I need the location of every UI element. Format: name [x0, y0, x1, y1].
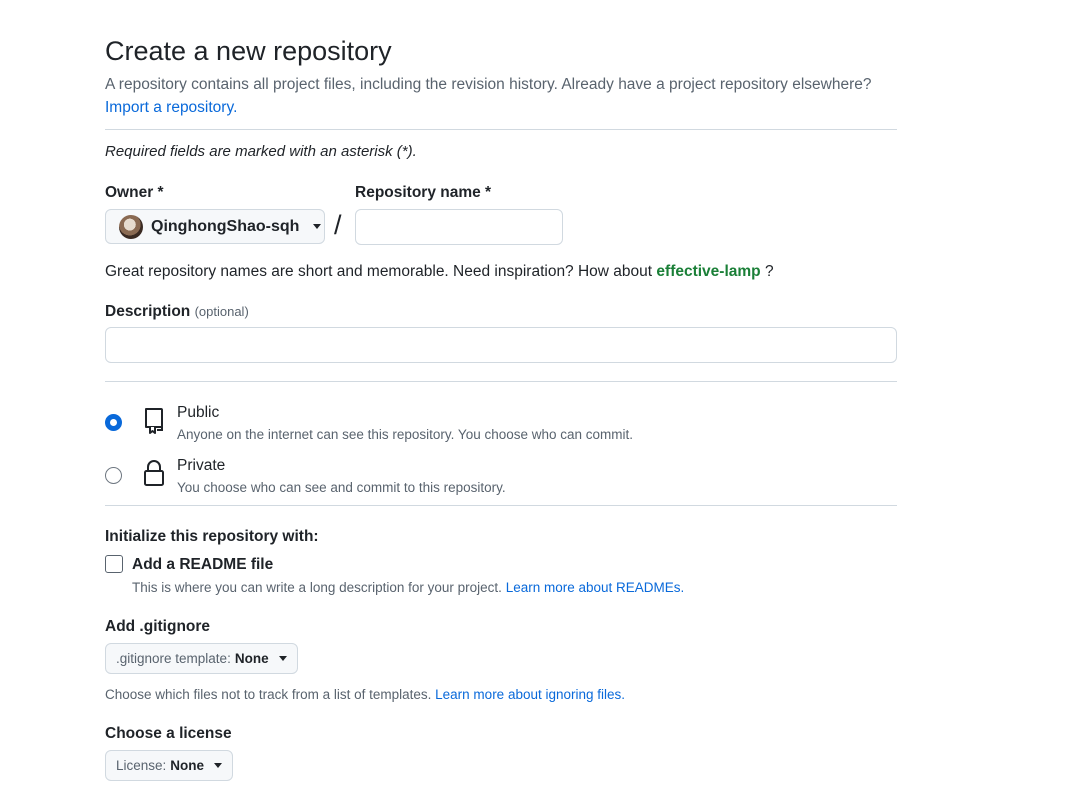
- gitignore-template-select[interactable]: .gitignore template: None: [105, 643, 298, 674]
- caret-down-icon: [313, 224, 322, 229]
- description-label-text: Description: [105, 303, 191, 320]
- public-radio[interactable]: [105, 414, 122, 431]
- name-hint-text: Great repository names are short and mem…: [105, 263, 653, 280]
- owner-label: Owner *: [105, 184, 164, 201]
- add-readme-checkbox[interactable]: [105, 555, 123, 573]
- private-description: You choose who can see and commit to thi…: [177, 480, 506, 495]
- repository-name-input[interactable]: [355, 209, 563, 245]
- name-hint-end: ?: [764, 263, 774, 280]
- name-hint: Great repository names are short and mem…: [105, 263, 774, 281]
- lock-icon: [143, 459, 165, 492]
- avatar: [119, 214, 143, 239]
- gitignore-description: Choose which files not to track from a l…: [105, 687, 625, 702]
- gitignore-select-value: None: [234, 651, 269, 666]
- add-readme-label[interactable]: Add a README file: [132, 556, 273, 574]
- gitignore-select-key: .gitignore template:: [116, 651, 231, 666]
- owner-name: QinghongShao-sqh: [151, 217, 300, 235]
- owner-repo-separator: /: [334, 210, 342, 240]
- public-description: Anyone on the internet can see this repo…: [177, 427, 634, 442]
- repository-name-label: Repository name *: [355, 184, 492, 201]
- divider: [105, 505, 897, 506]
- initialize-heading: Initialize this repository with:: [105, 528, 319, 545]
- license-select[interactable]: License: None: [105, 750, 234, 781]
- page-title: Create a new repository: [105, 36, 392, 66]
- private-radio[interactable]: [105, 467, 122, 484]
- page-subtitle: A repository contains all project files,…: [105, 76, 872, 93]
- description-label: Description (optional): [105, 303, 249, 321]
- gitignore-description-text: Choose which files not to track from a l…: [105, 687, 432, 702]
- public-label: Public: [177, 404, 220, 421]
- learn-more-ignoring-files-link[interactable]: Learn more about ignoring files.: [435, 687, 625, 702]
- required-fields-note: Required fields are marked with an aster…: [105, 143, 417, 160]
- import-repository-link[interactable]: Import a repository.: [105, 99, 237, 117]
- divider: [105, 129, 897, 130]
- license-heading: Choose a license: [105, 725, 232, 742]
- divider: [105, 381, 897, 382]
- readme-description-text: This is where you can write a long descr…: [132, 580, 502, 595]
- readme-description: This is where you can write a long descr…: [132, 580, 684, 595]
- owner-dropdown[interactable]: QinghongShao-sqh: [105, 209, 325, 244]
- license-select-value: None: [170, 758, 205, 773]
- learn-more-readmes-link[interactable]: Learn more about READMEs.: [506, 580, 685, 595]
- gitignore-heading: Add .gitignore: [105, 618, 211, 635]
- private-label: Private: [177, 457, 226, 474]
- license-select-key: License:: [116, 758, 167, 773]
- caret-down-icon: [214, 763, 223, 768]
- caret-down-icon: [278, 656, 287, 661]
- name-suggestion-button[interactable]: effective-lamp: [656, 263, 760, 280]
- repo-icon: [142, 406, 166, 439]
- description-input[interactable]: [105, 327, 897, 363]
- optional-tag: (optional): [194, 304, 249, 319]
